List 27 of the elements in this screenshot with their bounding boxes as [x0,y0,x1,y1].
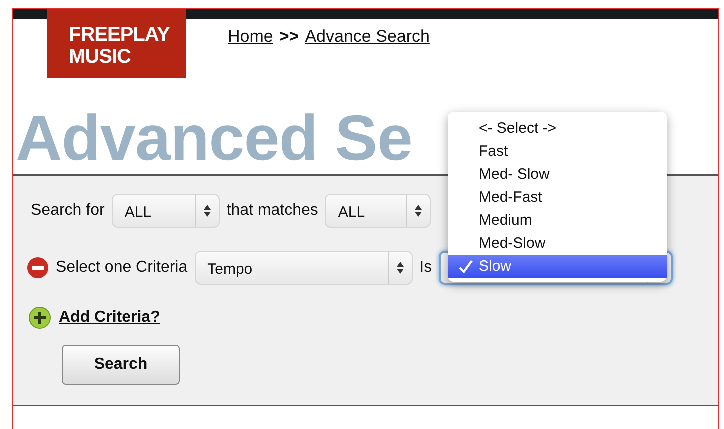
criteria-select[interactable]: Tempo [194,251,413,285]
dropdown-option[interactable]: Slow [448,255,667,278]
breadcrumb-link[interactable]: Advance Search [305,27,430,47]
breadcrumb-link[interactable]: Home [228,27,274,47]
up-down-arrows-icon [204,205,211,217]
matches-select[interactable]: ALL [325,194,432,228]
search-for-label: Search for [31,202,105,220]
criteria-label: Select one Criteria [56,259,188,277]
matches-label: that matches [226,202,318,220]
checkmark-icon [459,260,473,274]
dropdown-option[interactable]: Med- Slow [448,163,667,186]
up-down-arrows-icon [396,262,404,274]
up-down-arrows-icon [415,205,422,217]
dropdown-option[interactable]: Med-Slow [448,232,667,255]
add-icon[interactable] [29,307,51,329]
search-button[interactable]: Search [62,345,180,385]
search-for-select[interactable]: ALL [112,194,220,228]
dropdown-option[interactable]: Med-Fast [448,186,667,209]
breadcrumb-separator: >> [279,27,300,47]
operator-label: Is [420,259,432,277]
page-title: Advanced Se [16,102,412,174]
dropdown-option[interactable]: Medium [448,209,667,232]
dropdown-option[interactable]: <- Select -> [448,117,667,140]
logo[interactable]: FREEPLAY MUSIC [47,9,186,78]
remove-icon[interactable] [27,257,49,279]
add-criteria-link[interactable]: Add Criteria? [59,309,160,327]
dropdown-option[interactable]: Fast [448,140,667,163]
